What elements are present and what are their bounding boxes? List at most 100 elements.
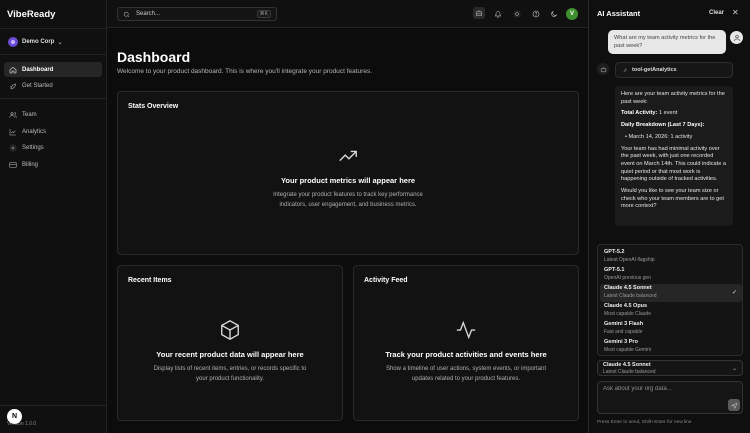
assistant-message: Here are your team activity metrics for …: [615, 86, 733, 226]
sidebar-item-get-started[interactable]: Get Started: [4, 78, 102, 93]
model-dropdown-menu: GPT-5.2 Latest OpenAI flagship GPT-5.1 O…: [597, 244, 743, 356]
bot-icon: [600, 66, 606, 72]
chat-input-box: [597, 381, 743, 414]
card-icon: [9, 161, 17, 168]
check-icon: ✓: [731, 290, 737, 296]
close-icon[interactable]: ✕: [732, 8, 739, 17]
org-avatar: [8, 37, 18, 47]
home-icon: [9, 66, 17, 73]
stats-overview-card: Stats Overview Your product metrics will…: [117, 91, 579, 255]
activity-empty-state: Track your product activities and events…: [354, 319, 578, 384]
tool-call-chip[interactable]: tool-getAnalytics: [615, 62, 733, 78]
user-message: What are my team activity metrics for th…: [608, 30, 726, 54]
reply-breakdown-heading: Daily Breakdown (Last 7 Days):: [621, 122, 705, 129]
app-logo-badge[interactable]: N: [7, 409, 22, 424]
model-select[interactable]: Claude 4.5 Sonnet Latest Claude balanced…: [597, 360, 743, 376]
model-option-selected[interactable]: Claude 4.5 Sonnet Latest Claude balanced…: [600, 284, 742, 302]
empty-state-title: Your product metrics will appear here: [280, 176, 416, 185]
bot-icon: [476, 10, 482, 16]
sidebar-item-label: Get Started: [22, 82, 53, 89]
user-message-avatar: [730, 31, 743, 44]
sidebar-item-billing[interactable]: Billing: [4, 157, 102, 172]
reply-analysis: Your team has had minimal activity over …: [621, 145, 726, 183]
rocket-icon: [10, 83, 16, 89]
input-hint: Press Enter to send, Shift+Enter for new…: [597, 420, 692, 425]
tool-call-name: tool-getAnalytics: [632, 67, 677, 73]
empty-state-title: Your recent product data will appear her…: [156, 350, 304, 359]
page-subtitle: Welcome to your product dashboard. This …: [117, 68, 372, 75]
wrench-icon: [623, 68, 627, 73]
chart-icon: [9, 128, 16, 135]
users-icon: [9, 111, 17, 118]
user-icon: [733, 34, 740, 41]
recent-items-card: Recent Items Your recent product data wi…: [117, 265, 343, 421]
sidebar-divider: [0, 405, 107, 406]
brand-name[interactable]: VibeReady: [7, 9, 55, 20]
empty-state-description: Show a timeline of user actions, system …: [385, 366, 547, 382]
stats-empty-state: Your product metrics will appear here In…: [118, 145, 578, 210]
model-option[interactable]: Gemini 3 Pro Most capable Gemini: [600, 338, 742, 355]
assistant-avatar: [597, 63, 609, 75]
activity-feed-card: Activity Feed Track your product activit…: [353, 265, 579, 421]
send-button[interactable]: [728, 399, 740, 411]
help-icon: [532, 10, 539, 17]
sidebar-item-analytics[interactable]: Analytics: [4, 124, 102, 139]
theme-toggle-button[interactable]: [548, 8, 559, 19]
sidebar-item-team[interactable]: Team: [4, 107, 102, 122]
sidebar-item-dashboard[interactable]: Dashboard: [4, 62, 102, 77]
notifications-button[interactable]: [492, 8, 503, 19]
model-option[interactable]: Claude 4.5 Opus Most capable Claude: [600, 302, 742, 320]
model-option[interactable]: GPT-5.1 OpenAI previous gen: [600, 266, 742, 284]
moon-icon: [550, 10, 557, 17]
user-avatar[interactable]: V: [566, 8, 578, 20]
model-option[interactable]: GPT-5.2 Latest OpenAI flagship: [600, 248, 742, 266]
panel-title: AI Assistant: [597, 9, 641, 18]
chevron-down-icon: ⌄: [731, 366, 737, 372]
empty-state-description: Integrate your product features to track…: [273, 192, 423, 208]
send-icon: [730, 402, 738, 409]
ai-assistant-panel: AI Assistant Clear ✕ What are my team ac…: [588, 0, 750, 433]
sidebar-item-label: Dashboard: [22, 66, 54, 73]
sun-icon: [513, 10, 520, 17]
empty-state-description: Display lists of recent items, entries, …: [153, 366, 307, 382]
appearance-button[interactable]: [511, 8, 522, 19]
empty-state-title: Track your product activities and events…: [385, 350, 547, 359]
reply-question: Would you like to see your team size or …: [621, 188, 724, 210]
sidebar-item-label: Billing: [22, 161, 39, 168]
org-switcher[interactable]: Demo Corp ⌄: [8, 35, 62, 49]
box-icon: [221, 320, 239, 340]
help-button[interactable]: [530, 8, 541, 19]
chat-input[interactable]: [603, 386, 723, 400]
chevron-down-icon: ⌄: [57, 39, 63, 46]
search-placeholder: Search...: [136, 11, 161, 17]
card-title: Stats Overview: [128, 103, 179, 110]
current-model-name: Claude 4.5 Sonnet: [603, 362, 651, 368]
search-icon: [123, 11, 130, 17]
reply-intro: Here are your team activity metrics for …: [621, 91, 725, 105]
sidebar-item-label: Analytics: [22, 128, 47, 135]
search-box[interactable]: Search... ⌘K: [117, 7, 277, 21]
main-content: Dashboard Welcome to your product dashbo…: [107, 28, 588, 433]
sidebar-divider: [0, 98, 107, 99]
clear-chat-button[interactable]: Clear: [709, 10, 724, 16]
reply-total: Total Activity: 1 event: [621, 110, 678, 117]
page-title: Dashboard: [117, 49, 191, 65]
card-title: Recent Items: [128, 277, 172, 284]
current-model-desc: Latest Claude balanced: [603, 369, 656, 375]
sidebar-divider: [0, 54, 107, 55]
org-name: Demo Corp: [22, 39, 55, 45]
model-option[interactable]: Gemini 3 Flash Fast and capable: [600, 320, 742, 338]
activity-icon: [456, 320, 476, 340]
trending-up-icon: [339, 150, 357, 162]
card-title: Activity Feed: [364, 277, 408, 284]
sidebar: VibeReady Demo Corp ⌄ Dashboard Get Star…: [0, 0, 107, 433]
ai-assistant-toggle-button[interactable]: [473, 7, 485, 19]
search-shortcut: ⌘K: [256, 10, 271, 18]
sidebar-item-settings[interactable]: Settings: [4, 140, 102, 155]
topbar: Search... ⌘K V: [107, 0, 588, 28]
sidebar-item-label: Settings: [22, 144, 44, 151]
reply-bullet: • March 14, 2026: 1 activity: [625, 133, 693, 140]
bell-icon: [494, 10, 501, 18]
gear-icon: [9, 144, 17, 151]
recent-empty-state: Your recent product data will appear her…: [118, 319, 342, 384]
